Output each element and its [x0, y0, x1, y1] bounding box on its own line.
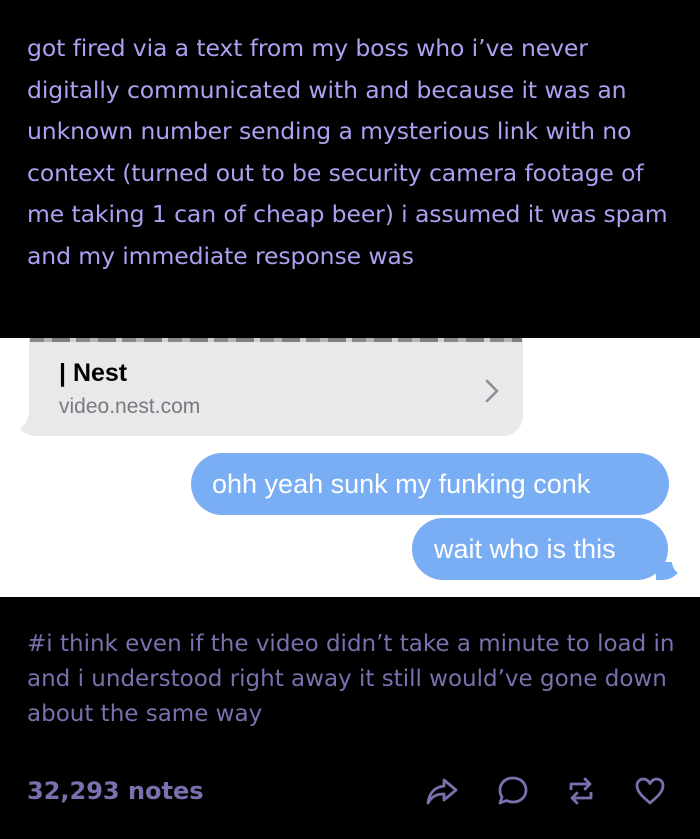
link-preview-url: video.nest.com	[59, 395, 201, 418]
post-body-text: got fired via a text from my boss who i’…	[27, 34, 668, 270]
chevron-right-icon	[485, 379, 499, 403]
sent-message-bubble: ohh yeah sunk my funking conk	[191, 453, 669, 515]
notes-count[interactable]: 32,293 notes	[27, 774, 204, 808]
post-tags[interactable]: #i think even if the video didn’t take a…	[27, 627, 687, 732]
message-screenshot: | Nest video.nest.com ohh yeah sunk my f…	[0, 338, 700, 597]
video-preview-thumbnail-edge	[30, 338, 522, 342]
share-icon[interactable]	[424, 773, 460, 809]
reply-icon[interactable]	[495, 773, 531, 809]
sent-message-bubble: wait who is this	[412, 518, 668, 580]
reblog-icon[interactable]	[563, 773, 599, 809]
post-header-area: got fired via a text from my boss who i’…	[0, 0, 700, 338]
link-preview-title: | Nest	[59, 359, 128, 387]
heart-icon[interactable]	[632, 773, 668, 809]
